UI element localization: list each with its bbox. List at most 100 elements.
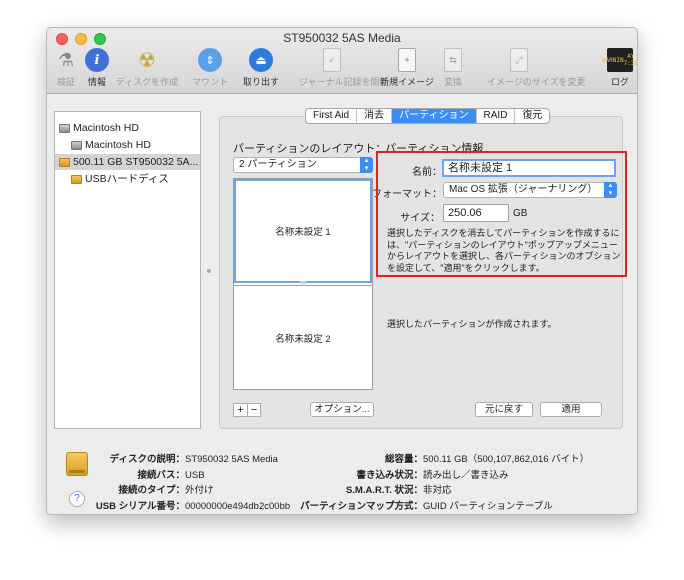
partition-map-label: パーティションマップ方式： — [300, 501, 423, 512]
resize-image-label: イメージのサイズを変更 — [487, 77, 586, 87]
tab-erase[interactable]: 消去 — [356, 109, 391, 123]
usb-serial-label: USB シリアル番号： — [95, 501, 185, 512]
partition-block-1[interactable]: 名称未設定 1 — [234, 179, 372, 283]
format-popup-value: Mac OS 拡張（ジャーナリング） — [449, 184, 598, 195]
info-button[interactable]: i 情報 — [85, 48, 109, 92]
split-view-handle[interactable] — [207, 269, 211, 273]
tab-bar: First Aid 消去 パーティション RAID 復元 — [305, 108, 551, 124]
connection-type-row: 接続のタイプ：外付け — [107, 482, 214, 496]
partition-name-1: 名称未設定 1 — [275, 227, 331, 238]
internal-disk-icon — [59, 123, 70, 133]
mount-icon: ⇕ — [198, 48, 222, 72]
log-icon-text-2: AY 7:36 — [623, 53, 638, 67]
sidebar-item-label: USBハードディス — [85, 173, 169, 185]
size-field[interactable]: 250.06 — [443, 204, 509, 222]
console-log-icon: WARNIN AY 7:36 — [602, 48, 637, 72]
mount-button[interactable]: ⇕ マウント — [192, 48, 228, 92]
add-partition-button[interactable]: + — [234, 404, 247, 416]
tab-first-aid[interactable]: First Aid — [306, 109, 356, 123]
partition-resize-handle[interactable] — [300, 281, 306, 284]
partition-map-value: GUID パーティションテーブル — [423, 501, 553, 512]
capacity-value: 500.11 GB（500,107,862,016 バイト） — [423, 454, 590, 465]
smart-status-row: S.M.A.R.T. 状況：非対応 — [297, 482, 452, 496]
convert-label: 変換 — [443, 77, 462, 87]
resize-image-button[interactable]: ⤢ イメージのサイズを変更 — [487, 48, 586, 92]
external-disk-icon — [59, 157, 70, 167]
partition-name-2: 名称未設定 2 — [275, 333, 331, 345]
log-label: ログ — [610, 77, 629, 87]
microscope-icon: ⚗ — [57, 49, 75, 70]
disk-description-label: ディスクの説明： — [109, 454, 185, 465]
add-remove-control: + − — [233, 403, 261, 417]
connection-bus-value: USB — [185, 470, 205, 481]
eject-icon: ⏏ — [249, 48, 273, 72]
apply-button[interactable]: 適用 — [540, 402, 602, 417]
options-button[interactable]: オプション... — [310, 402, 374, 417]
popup-arrows-icon: ▴ ▾ — [604, 182, 617, 198]
format-popup[interactable]: Mac OS 拡張（ジャーナリング） ▴ ▾ — [443, 182, 617, 198]
partition-block-2[interactable]: 名称未設定 2 — [234, 285, 372, 389]
new-image-icon: + — [398, 48, 416, 72]
name-label: 名前： — [412, 167, 442, 178]
partition-instructions: 選択したディスクを消去してパーティションを作成するには、"パーティションのレイア… — [387, 228, 621, 273]
tab-raid[interactable]: RAID — [475, 109, 515, 123]
size-unit: GB — [513, 208, 528, 219]
partition-layout-view[interactable]: 名称未設定 1 名称未設定 2 — [233, 178, 373, 390]
connection-type-value: 外付け — [185, 485, 214, 496]
eject-button[interactable]: ⏏ 取り出す — [243, 48, 279, 92]
disk-info-footer: ? ディスクの説明：ST950032 5AS Media 接続バス：USB 接続… — [47, 436, 637, 514]
remove-partition-button[interactable]: − — [247, 404, 260, 416]
convert-icon: ⇆ — [444, 48, 462, 72]
sidebar-item-external-disk[interactable]: 500.11 GB ST950032 5A... — [55, 154, 200, 170]
popup-arrows-icon: ▴ ▾ — [360, 157, 373, 173]
sidebar-item-usb-volume[interactable]: USBハードディス — [71, 171, 169, 187]
connection-type-label: 接続のタイプ： — [118, 485, 185, 496]
layout-heading: パーティションのレイアウト： — [233, 143, 387, 155]
partition-map-row: パーティションマップ方式：GUID パーティションテーブル — [297, 498, 553, 512]
layout-popup[interactable]: 2 パーティション ▴ ▾ — [233, 157, 373, 173]
write-status-row: 書き込み状況：読み出し／書き込み — [297, 467, 509, 481]
journal-icon: ✓ — [323, 48, 341, 72]
format-label: フォーマット： — [372, 189, 442, 200]
eject-label: 取り出す — [242, 77, 279, 87]
new-image-button[interactable]: + 新規イメージ — [380, 48, 434, 92]
disk-utility-window: ST950032 5AS Media ⚗ 検証 i 情報 ☢ ディスクを作成 ⇕… — [46, 27, 638, 515]
sidebar-item-label: Macintosh HD — [73, 122, 139, 134]
convert-button[interactable]: ⇆ 変換 — [442, 48, 464, 92]
disk-description-row: ディスクの説明：ST950032 5AS Media — [107, 451, 278, 465]
usb-serial-value: 00000000e494db2c00bb — [185, 501, 291, 512]
burn-button[interactable]: ☢ ディスクを作成 — [116, 48, 178, 92]
tab-restore[interactable]: 復元 — [514, 109, 549, 123]
help-button[interactable]: ? — [69, 491, 85, 507]
info-icon: i — [85, 48, 109, 72]
connection-bus-label: 接続バス： — [137, 470, 185, 481]
disk-description-value: ST950032 5AS Media — [185, 454, 278, 465]
volume-icon — [71, 140, 82, 150]
sidebar-item-macintosh-hd-volume[interactable]: Macintosh HD — [71, 137, 151, 153]
smart-status-label: S.M.A.R.T. 状況： — [345, 485, 423, 496]
capacity-row: 総容量：500.11 GB（500,107,862,016 バイト） — [297, 451, 589, 465]
usb-serial-row: USB シリアル番号：00000000e494db2c00bb — [87, 498, 290, 512]
resize-image-icon: ⤢ — [510, 48, 528, 72]
enable-journaling-button[interactable]: ✓ ジャーナル記録を開始 — [299, 48, 389, 92]
title-bar: ST950032 5AS Media ⚗ 検証 i 情報 ☢ ディスクを作成 ⇕… — [47, 28, 637, 94]
external-disk-icon — [66, 452, 88, 476]
tab-partition[interactable]: パーティション — [391, 109, 476, 123]
revert-button[interactable]: 元に戻す — [475, 402, 533, 417]
smart-status-value: 非対応 — [423, 485, 452, 496]
sidebar-item-macintosh-hd-disk[interactable]: Macintosh HD — [59, 120, 139, 136]
disk-sidebar[interactable]: Macintosh HD Macintosh HD 500.11 GB ST95… — [54, 111, 201, 429]
write-status-value: 読み出し／書き込み — [423, 470, 509, 481]
journal-label: ジャーナル記録を開始 — [299, 77, 389, 87]
log-icon-text-1: WARNIN — [601, 56, 624, 64]
layout-popup-value: 2 パーティション — [239, 159, 317, 170]
connection-bus-row: 接続バス：USB — [107, 467, 205, 481]
window-title: ST950032 5AS Media — [283, 31, 401, 45]
burn-label: ディスクを作成 — [115, 77, 179, 87]
partition-status-text: 選択したパーティションが作成されます。 — [387, 319, 557, 329]
name-field[interactable]: 名称未設定 1 — [442, 159, 616, 177]
burn-radiation-icon: ☢ — [138, 49, 156, 72]
sidebar-item-label: 500.11 GB ST950032 5A... — [73, 156, 199, 168]
capacity-label: 総容量： — [384, 454, 423, 465]
log-button[interactable]: WARNIN AY 7:36 ログ — [602, 48, 637, 92]
